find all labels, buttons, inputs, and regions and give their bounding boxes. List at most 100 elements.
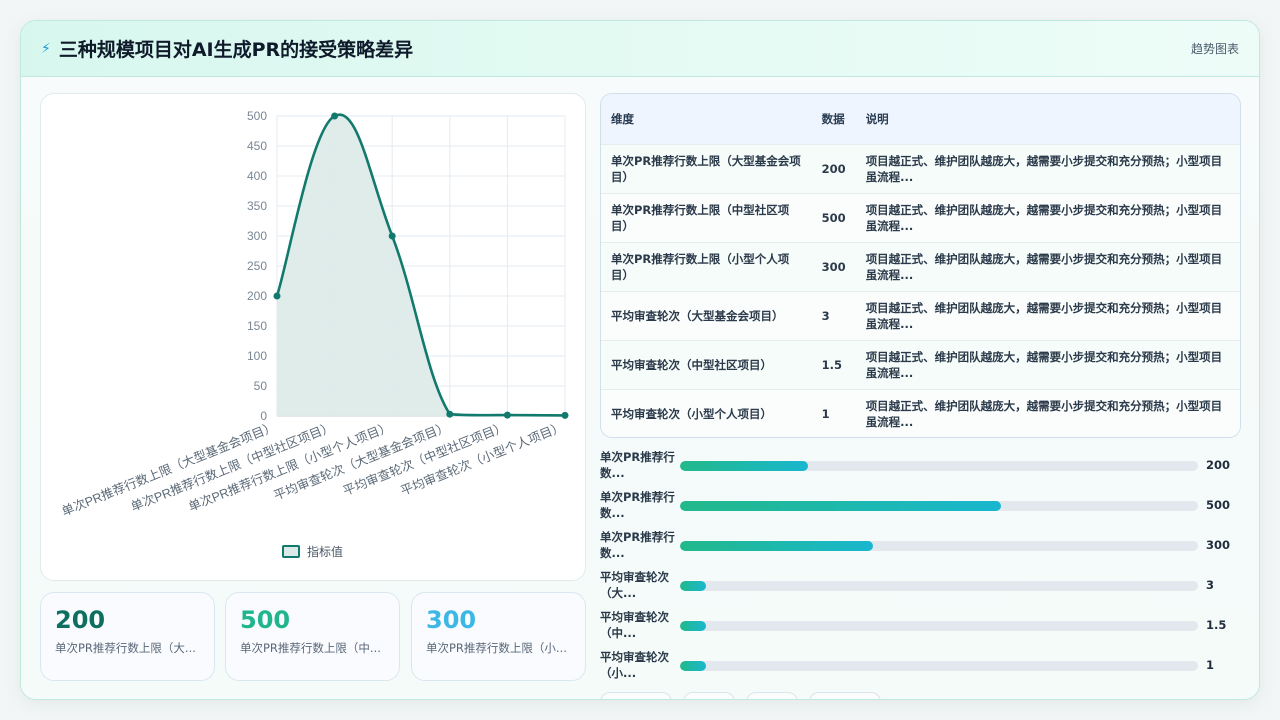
data-point (446, 410, 454, 418)
chart-panel: 0 50 100 150 200 250 300 350 400 450 500 单次PR推荐行数上限… (40, 93, 586, 581)
bar-fill (680, 621, 706, 631)
bar-row: 平均审查轮次（小... 1 (600, 649, 1241, 689)
bar-label: 平均审查轮次（小... (600, 650, 669, 680)
page-title: 三种规模项目对AI生成PR的接受策略差异 (58, 39, 414, 61)
stat-label: 单次PR推荐行数上限（大... (55, 641, 196, 655)
lightning-icon: ⚡ (41, 40, 51, 57)
bar-fill (680, 501, 1002, 511)
bar-fill (680, 461, 809, 471)
bar-fill (680, 541, 873, 551)
stat-value: 200 (55, 606, 106, 634)
y-tick-label: 150 (247, 319, 267, 333)
stat-value: 500 (240, 606, 291, 634)
filter-pill[interactable] (809, 692, 881, 699)
filter-pill[interactable] (683, 692, 735, 699)
cell-data: 1.5 (821, 357, 843, 372)
stat-value: 300 (426, 606, 477, 634)
bar-value: 500 (1206, 498, 1231, 512)
legend-label: 指标值 (307, 544, 343, 559)
column-header-data: 数据 (821, 111, 845, 126)
bar-label: 单次PR推荐行数... (600, 450, 675, 480)
cell-data: 1 (821, 406, 830, 421)
y-tick-label: 200 (247, 289, 267, 303)
table-row: 平均审查轮次（小型个人项目） 1 项目越正式、维护团队越庞大，越需要小步提交和充分预… (601, 389, 1240, 437)
series-area-fill (277, 114, 565, 417)
bar-track (680, 581, 1198, 591)
table-row: 单次PR推荐行数上限（大型基金会项目） 200 项目越正式、维护团队越庞大，越需要小… (601, 144, 1240, 193)
y-tick-label: 250 (247, 259, 267, 273)
stat-card: 300 单次PR推荐行数上限（小... (411, 592, 586, 681)
filter-pill[interactable] (746, 692, 798, 699)
bar-track (680, 501, 1198, 511)
bar-track (680, 461, 1198, 471)
bar-label: 平均审查轮次（中... (600, 610, 669, 640)
cell-dimension: 平均审查轮次（中型社区项目） (611, 357, 772, 372)
bar-track (680, 621, 1198, 631)
data-point (561, 411, 569, 419)
bar-value: 300 (1206, 538, 1231, 552)
column-header-description: 说明 (865, 111, 889, 126)
y-tick-label: 500 (247, 109, 267, 123)
filter-pill[interactable] (600, 692, 672, 699)
cell-dimension: 单次PR推荐行数上限（中型社区项目） (611, 202, 790, 233)
y-tick-label: 50 (254, 379, 268, 393)
cell-data: 300 (821, 259, 846, 274)
stat-label: 单次PR推荐行数上限（中... (240, 641, 381, 655)
stat-label: 单次PR推荐行数上限（小... (426, 641, 567, 655)
cell-dimension: 平均审查轮次（小型个人项目） (611, 406, 772, 421)
legend-swatch (282, 545, 300, 558)
bar-row: 单次PR推荐行数... 200 (600, 449, 1241, 489)
table-row: 平均审查轮次（大型基金会项目） 3 项目越正式、维护团队越庞大，越需要小步提交和充分… (601, 291, 1240, 340)
bar-value: 1.5 (1206, 618, 1227, 632)
cell-dimension: 单次PR推荐行数上限（大型基金会项目） (611, 153, 801, 184)
cell-data: 500 (821, 210, 846, 225)
bar-fill (680, 581, 706, 591)
bar-label: 单次PR推荐行数... (600, 530, 675, 560)
bar-value: 3 (1206, 578, 1215, 592)
stat-card: 500 单次PR推荐行数上限（中... (225, 592, 400, 681)
bar-label: 单次PR推荐行数... (600, 490, 675, 520)
bar-value: 1 (1206, 658, 1215, 672)
bar-row: 平均审查轮次（大... 3 (600, 569, 1241, 609)
cell-dimension: 平均审查轮次（大型基金会项目） (611, 308, 784, 323)
y-tick-label: 450 (247, 139, 267, 153)
cell-dimension: 单次PR推荐行数上限（小型个人项目） (611, 251, 790, 282)
cell-data: 200 (821, 161, 846, 176)
y-tick-label: 350 (247, 199, 267, 213)
data-table: 维度 数据 说明 单次PR推荐行数上限（大型基金会项目） 200 项目越正式、维护团… (601, 94, 1240, 437)
cell-data: 3 (821, 308, 830, 323)
bar-track (680, 541, 1198, 551)
chart-type-tag: 趋势图表 (1190, 42, 1239, 56)
table-header-row: 维度 数据 说明 (601, 94, 1240, 144)
bar-row: 单次PR推荐行数... 500 (600, 489, 1241, 529)
column-header-dimension: 维度 (611, 111, 634, 126)
table-row: 单次PR推荐行数上限（小型个人项目） 300 项目越正式、维护团队越庞大，越需要小步… (601, 242, 1240, 291)
bar-value: 200 (1206, 458, 1231, 472)
data-point (388, 232, 396, 240)
cell-description: 项目越正式、维护团队越庞大，越需要小步提交和充分预热；小型项目虽流程... (865, 398, 1223, 429)
dashboard-card: ⚡ 三种规模项目对AI生成PR的接受策略差异 趋势图表 0 50 100 150 200… (20, 20, 1260, 700)
cell-description: 项目越正式、维护团队越庞大，越需要小步提交和充分预热；小型项目虽流程... (865, 349, 1223, 380)
cell-description: 项目越正式、维护团队越庞大，越需要小步提交和充分预热；小型项目虽流程... (865, 202, 1223, 233)
y-tick-label: 400 (247, 169, 267, 183)
table-row: 平均审查轮次（中型社区项目） 1.5 项目越正式、维护团队越庞大，越需要小步提交和充… (601, 340, 1240, 389)
y-tick-label: 0 (260, 409, 267, 423)
progress-bar-list: 单次PR推荐行数... 200 单次PR推荐行数... 500 单次PR推荐行数... 3… (600, 449, 1241, 689)
bar-row: 平均审查轮次（中... 1.5 (600, 609, 1241, 649)
y-tick-label: 100 (247, 349, 267, 363)
data-point (273, 292, 281, 300)
bar-label: 平均审查轮次（大... (600, 570, 669, 600)
table-row: 单次PR推荐行数上限（中型社区项目） 500 项目越正式、维护团队越庞大，越需要小步… (601, 193, 1240, 242)
cell-description: 项目越正式、维护团队越庞大，越需要小步提交和充分预热；小型项目虽流程... (865, 251, 1223, 282)
bar-fill (680, 661, 706, 671)
stat-card: 200 单次PR推荐行数上限（大... (40, 592, 215, 681)
bar-track (680, 661, 1198, 671)
cell-description: 项目越正式、维护团队越庞大，越需要小步提交和充分预热；小型项目虽流程... (865, 300, 1223, 331)
y-tick-label: 300 (247, 229, 267, 243)
data-point (331, 112, 339, 120)
cell-description: 项目越正式、维护团队越庞大，越需要小步提交和充分预热；小型项目虽流程... (865, 153, 1223, 184)
bar-row: 单次PR推荐行数... 300 (600, 529, 1241, 569)
data-table-container: 维度 数据 说明 单次PR推荐行数上限（大型基金会项目） 200 项目越正式、维护团… (600, 93, 1241, 438)
area-chart: 050100150200250300350400450500单次PR推荐行数上限… (59, 109, 569, 559)
data-point (503, 411, 511, 419)
